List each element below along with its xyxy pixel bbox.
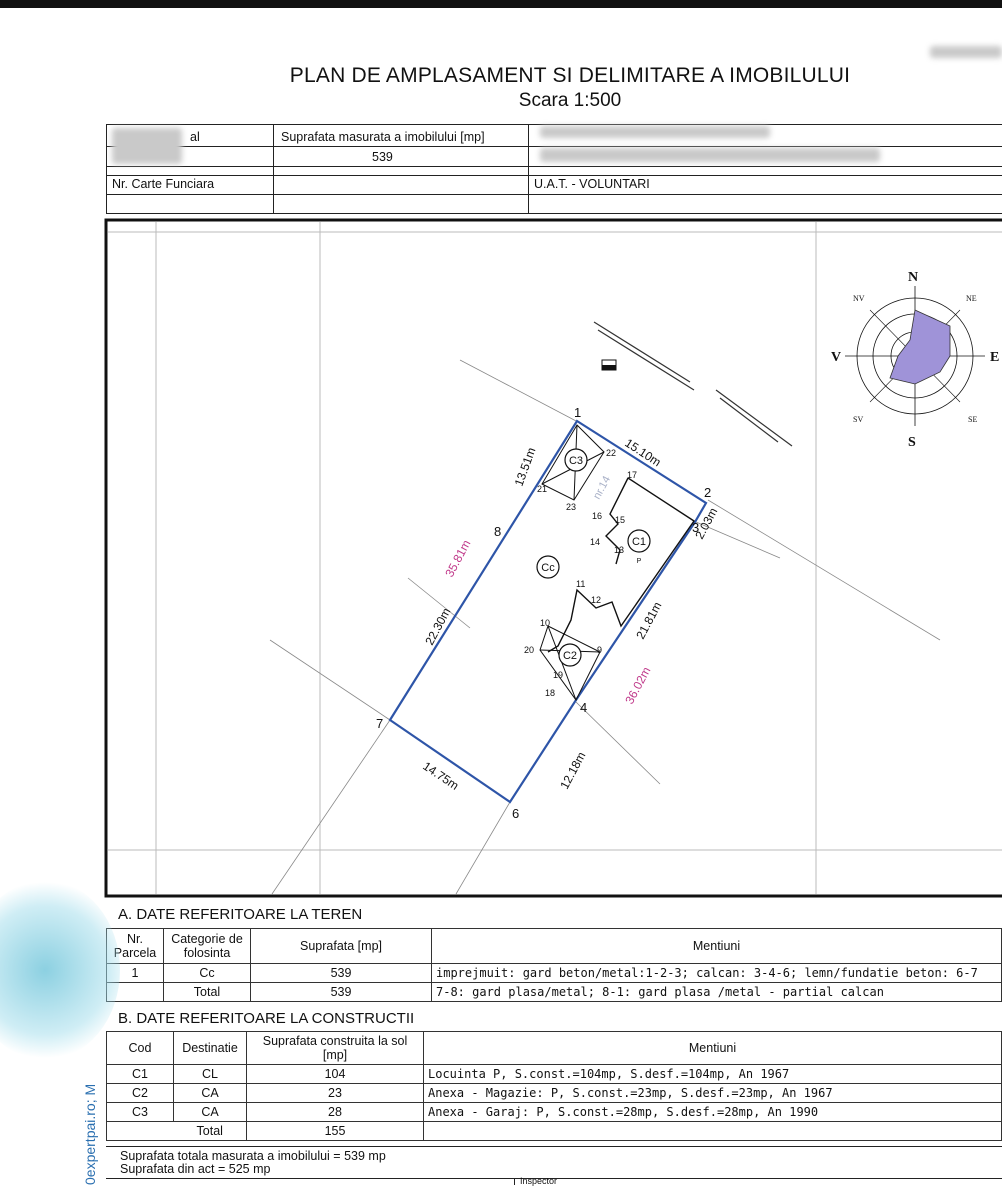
constructions-total-label: Total (173, 1121, 247, 1141)
point-14: 14 (590, 537, 600, 547)
point-22: 22 (606, 448, 616, 458)
point-2: 2 (704, 485, 711, 500)
table-row: C2 CA 23 Anexa - Magazie: P, S.const.=23… (106, 1083, 1002, 1103)
compass-s: S (908, 435, 916, 450)
point-19: 19 (553, 670, 563, 680)
table-row: C3 CA 28 Anexa - Garaj: P, S.const.=28mp… (106, 1102, 1002, 1122)
suprafata: 23 (246, 1083, 424, 1103)
land-suprafata: 539 (250, 963, 432, 983)
point-4: 4 (580, 700, 587, 715)
wind-rose-polygon (889, 309, 951, 385)
table-row: C1 CL 104 Locuinta P, S.const.=104mp, S.… (106, 1064, 1002, 1084)
suprafata: 104 (246, 1064, 424, 1084)
street-hatch (593, 321, 793, 447)
constructions-table: Cod Destinatie Suprafata construita la s… (106, 1031, 1002, 1141)
compass-v: V (831, 350, 841, 365)
compass-nv: NV (853, 294, 865, 303)
point-23: 23 (566, 502, 576, 512)
point-17: 17 (627, 470, 637, 480)
dim-pink-right: 36.02m (622, 664, 653, 706)
col-suprafata-sol: Suprafata construita la sol [mp] (246, 1031, 424, 1065)
destinatie: CL (173, 1064, 247, 1084)
col-suprafata: Suprafata [mp] (250, 928, 432, 964)
table-row: Total 539 7-8: gard plasa/metal; 8-1: ga… (106, 982, 1002, 1002)
land-mentiuni: imprejmuit: gard beton/metal:1-2-3; calc… (431, 963, 1002, 983)
dim-pink-left: 35.81m (442, 537, 473, 579)
label-c1: C1 (632, 536, 646, 548)
footer-act-area: Suprafata din act = 525 mp (120, 1162, 271, 1176)
compass-se: SE (968, 415, 977, 424)
constructions-table-header: Cod Destinatie Suprafata construita la s… (106, 1031, 1002, 1065)
land-table-header: Nr. Parcela Categorie de folosinta Supra… (106, 928, 1002, 964)
point-6: 6 (512, 806, 519, 821)
compass-n: N (908, 270, 918, 285)
point-9: 9 (597, 645, 602, 655)
dim-4-6: 12.18m (557, 749, 588, 791)
compass-ne: NE (966, 294, 977, 303)
compass-sv: SV (853, 415, 863, 424)
street-number: nr.14 (591, 474, 613, 501)
point-18: 18 (545, 688, 555, 698)
point-21: 21 (537, 484, 547, 494)
land-mentiuni: 7-8: gard plasa/metal; 8-1: gard plasa /… (431, 982, 1002, 1002)
point-1: 1 (574, 405, 581, 420)
watermark-text: 0expertpai.ro; M (82, 1083, 98, 1185)
compass-rose-icon: N S E V NE NV SE SV (831, 270, 999, 450)
col-mentiuni: Mentiuni (431, 928, 1002, 964)
land-total-value: 539 (250, 982, 432, 1002)
section-a-title: A. DATE REFERITOARE LA TEREN (118, 906, 363, 923)
table-row-total: Total 155 (106, 1121, 1002, 1141)
land-table: Nr. Parcela Categorie de folosinta Supra… (106, 928, 1002, 1002)
compass-e: E (990, 350, 999, 365)
destinatie: CA (173, 1083, 247, 1103)
suprafata: 28 (246, 1102, 424, 1122)
land-total-label: Total (163, 982, 251, 1002)
col-categorie: Categorie de folosinta (163, 928, 251, 964)
table-row: 1 Cc 539 imprejmuit: gard beton/metal:1-… (106, 963, 1002, 983)
point-15: 15 (615, 515, 625, 525)
point-20: 20 (524, 645, 534, 655)
point-8: 8 (494, 524, 501, 539)
mentiuni: Anexa - Magazie: P, S.const.=23mp, S.des… (423, 1083, 1002, 1103)
mentiuni: Locuinta P, S.const.=104mp, S.desf.=104m… (423, 1064, 1002, 1084)
destinatie: CA (173, 1102, 247, 1122)
label-c3: C3 (569, 455, 583, 467)
point-10: 10 (540, 618, 550, 628)
dim-1-8: 13.51m (512, 446, 539, 488)
cod: C1 (106, 1064, 174, 1084)
label-cc: Cc (541, 562, 555, 574)
section-b-title: B. DATE REFERITOARE LA CONSTRUCTII (118, 1010, 415, 1027)
point-13: 13 (614, 545, 624, 555)
land-categorie: Cc (163, 963, 251, 983)
mentiuni: Anexa - Garaj: P, S.const.=28mp, S.desf.… (423, 1102, 1002, 1122)
col-mentiuni: Mentiuni (423, 1031, 1002, 1065)
point-16: 16 (592, 511, 602, 521)
cod: C2 (106, 1083, 174, 1103)
point-7: 7 (376, 716, 383, 731)
point-11: 11 (576, 579, 585, 589)
constructions-total-value: 155 (246, 1121, 424, 1141)
cod: C3 (106, 1102, 174, 1122)
point-12: 12 (591, 595, 601, 605)
col-cod: Cod (106, 1031, 174, 1065)
site-plan-drawing: 1 2 3 4 6 7 8 9 10 11 12 13 14 15 16 17 … (104, 218, 1002, 898)
label-c2: C2 (563, 650, 577, 662)
c1-floor: P (637, 558, 642, 565)
col-destinatie: Destinatie (173, 1031, 247, 1065)
